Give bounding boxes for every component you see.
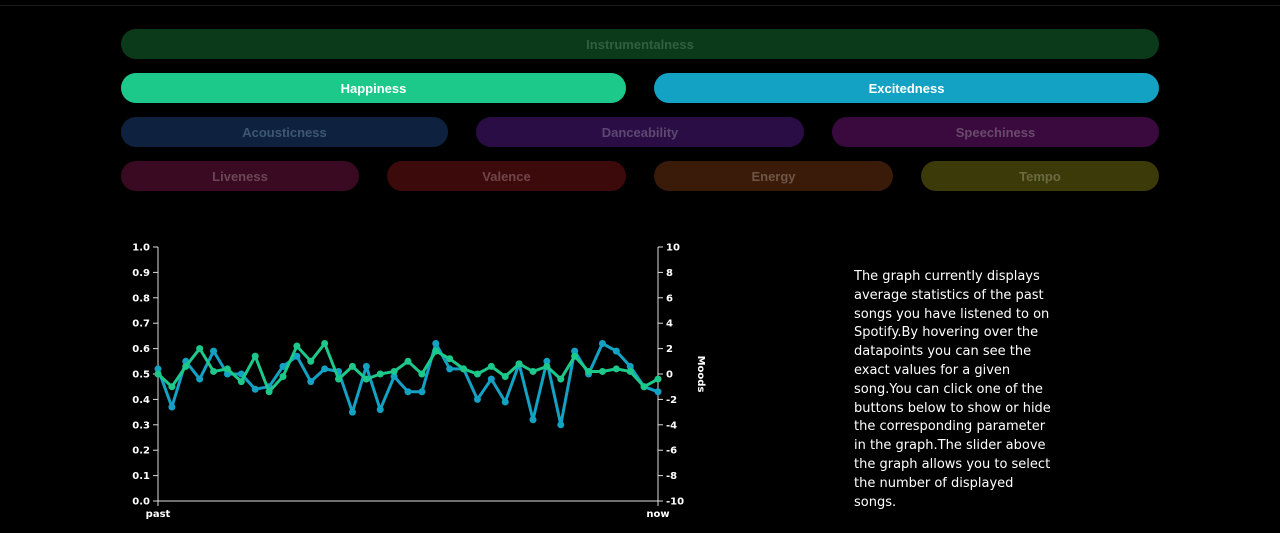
data-point <box>251 385 259 393</box>
y-left-tick-label: 0.0 <box>132 497 150 508</box>
data-point <box>598 340 606 348</box>
data-point <box>598 367 606 375</box>
y-right-tick-label: 6 <box>666 293 673 304</box>
data-point <box>529 416 537 424</box>
acousticness-button[interactable]: Acousticness <box>121 117 448 147</box>
y-right-tick-label: 8 <box>666 268 673 279</box>
data-point <box>362 362 370 370</box>
y-left-tick-label: 0.4 <box>132 395 150 406</box>
y-left-tick-label: 0.6 <box>132 344 150 355</box>
data-point <box>307 378 315 386</box>
data-point <box>210 367 218 375</box>
data-point <box>223 365 231 373</box>
y-left-tick-label: 0.8 <box>132 293 150 304</box>
y-left-tick-label: 0.7 <box>132 319 150 330</box>
y-right-tick-label: -4 <box>666 420 677 431</box>
data-point <box>501 398 509 406</box>
y-left-tick-label: 0.9 <box>132 268 150 279</box>
top-divider <box>0 5 1280 6</box>
y-right-tick-label: -10 <box>666 497 684 508</box>
data-point <box>654 375 662 383</box>
instrumentalness-button[interactable]: Instrumentalness <box>121 29 1159 59</box>
y-right-tick-label: 0 <box>666 370 673 381</box>
y-left-tick-label: 0.3 <box>132 420 150 431</box>
data-point <box>612 365 620 373</box>
data-point <box>543 362 551 370</box>
y-right-tick-label: -2 <box>666 395 677 406</box>
data-point <box>487 362 495 370</box>
data-point <box>473 395 481 403</box>
y-right-tick-label: -6 <box>666 446 677 457</box>
graph-description: The graph currently displays average sta… <box>854 269 1051 510</box>
data-point <box>557 375 565 383</box>
data-point <box>432 340 440 348</box>
y-right-tick-label: 10 <box>666 243 680 254</box>
data-point <box>418 370 426 378</box>
y-left-tick-label: 0.1 <box>132 471 150 482</box>
data-point <box>182 362 190 370</box>
data-point <box>501 373 509 381</box>
data-point <box>210 347 218 355</box>
data-point <box>460 365 468 373</box>
data-point <box>168 403 176 411</box>
data-point <box>432 347 440 355</box>
data-point <box>626 367 634 375</box>
data-point <box>376 406 384 414</box>
data-point <box>515 360 523 368</box>
data-point <box>640 383 648 391</box>
data-point <box>446 365 454 373</box>
valence-button[interactable]: Valence <box>387 161 626 191</box>
data-point <box>654 388 662 396</box>
data-point <box>196 345 204 353</box>
data-point <box>265 388 273 396</box>
data-point <box>390 367 398 375</box>
data-point <box>612 347 620 355</box>
energy-button[interactable]: Energy <box>654 161 893 191</box>
happiness-button[interactable]: Happiness <box>121 73 626 103</box>
y-left-tick-label: 0.2 <box>132 446 150 457</box>
data-point <box>487 375 495 383</box>
tempo-button[interactable]: Tempo <box>921 161 1159 191</box>
data-point <box>362 375 370 383</box>
y-right-tick-label: 4 <box>666 319 673 330</box>
data-point <box>307 357 315 365</box>
excitedness-button[interactable]: Excitedness <box>654 73 1159 103</box>
data-point <box>154 370 162 378</box>
data-point <box>446 355 454 363</box>
data-point <box>404 357 412 365</box>
y-left-tick-label: 1.0 <box>132 243 150 254</box>
y-left-tick-label: 0.5 <box>132 370 150 381</box>
data-point <box>321 365 329 373</box>
y-right-tick-label: 2 <box>666 344 673 355</box>
data-point <box>279 373 287 381</box>
x-start-label: past <box>146 509 171 520</box>
data-point <box>418 388 426 396</box>
speechiness-button[interactable]: Speechiness <box>832 117 1159 147</box>
data-point <box>557 421 565 429</box>
liveness-button[interactable]: Liveness <box>121 161 359 191</box>
danceability-button[interactable]: Danceability <box>476 117 804 147</box>
mood-chart: 0.0 0.1 0.2 0.3 0.4 0.5 0.6 0.7 0.8 0.9 1.0 -10 -8 -6… <box>132 243 706 521</box>
data-point <box>348 362 356 370</box>
data-point <box>335 375 343 383</box>
data-point <box>251 352 259 360</box>
data-point <box>293 342 301 350</box>
data-point <box>168 383 176 391</box>
data-point <box>473 370 481 378</box>
data-point <box>571 352 579 360</box>
data-point <box>585 367 593 375</box>
data-point <box>321 340 329 348</box>
x-end-label: now <box>646 509 669 520</box>
data-point <box>237 378 245 386</box>
series-line-1 <box>156 342 659 427</box>
data-point <box>529 367 537 375</box>
y-right-axis-label: Moods <box>695 356 706 393</box>
data-point <box>404 388 412 396</box>
data-point <box>376 370 384 378</box>
data-point <box>196 375 204 383</box>
y-right-tick-label: -8 <box>666 471 677 482</box>
data-point <box>348 408 356 416</box>
